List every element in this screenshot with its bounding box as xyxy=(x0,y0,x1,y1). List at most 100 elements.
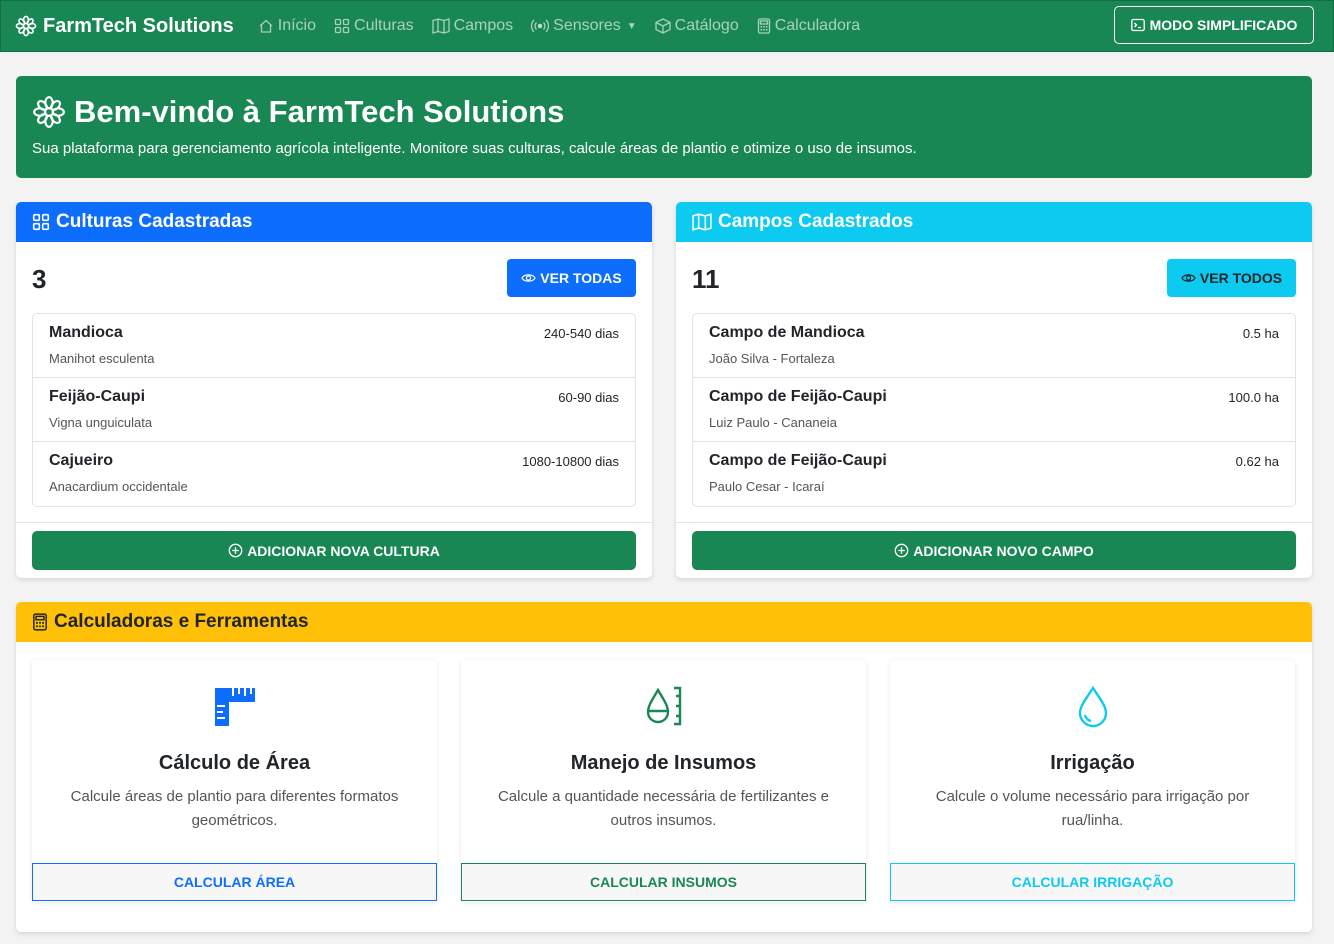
map-icon xyxy=(692,213,712,231)
calculate-area-button[interactable]: CALCULAR ÁREA xyxy=(32,863,437,901)
fields-list: Campo de Mandioca João Silva - Fortaleza… xyxy=(692,313,1296,507)
ruler-icon xyxy=(214,686,255,726)
calculator-icon xyxy=(757,18,770,34)
navbar: FarmTech Solutions Início Culturas Campo… xyxy=(0,0,1334,52)
tool-title: Irrigação xyxy=(1050,752,1135,774)
nav-link-label: Início xyxy=(277,17,317,34)
view-all-fields-label: VER TODOS xyxy=(1199,270,1283,286)
nav-link-inicio[interactable]: Início xyxy=(258,17,316,35)
culture-scientific-name: Anacardium occidentale xyxy=(49,479,188,494)
culture-name: Mandioca xyxy=(49,324,123,341)
nav-link-label: Calculadora xyxy=(774,17,861,34)
culture-list-item[interactable]: Cajueiro Anacardium occidentale 1080-108… xyxy=(33,442,635,506)
broadcast-icon xyxy=(531,19,550,33)
calculate-irrigation-button[interactable]: CALCULAR IRRIGAÇÃO xyxy=(890,863,1295,901)
add-field-label: ADICIONAR NOVO CAMPO xyxy=(913,542,1094,559)
fields-card-footer: ADICIONAR NOVO CAMPO xyxy=(676,522,1312,578)
view-all-cultures-button[interactable]: VER TODAS xyxy=(507,259,636,297)
brand[interactable]: FarmTech Solutions xyxy=(15,15,234,38)
tool-description: Calcule o volume necessário para irrigaç… xyxy=(935,788,1250,829)
droplet-icon xyxy=(1078,685,1107,728)
culture-cycle: 60-90 dias xyxy=(558,390,619,405)
nav-link-label: Campos xyxy=(453,17,514,34)
plus-circle-icon xyxy=(228,543,243,558)
fields-card: Campos Cadastrados 11 VER TODOS Campo de… xyxy=(676,202,1312,578)
tool-icon-wrap xyxy=(890,684,1295,728)
terminal-icon xyxy=(1130,18,1145,32)
tool-title: Cálculo de Área xyxy=(158,752,311,774)
area-calculator-tool: Cálculo de Área Calcule áreas de plantio… xyxy=(32,660,437,902)
cultures-card: Culturas Cadastradas 3 VER TODAS Mandioc… xyxy=(16,202,652,578)
nav-link-culturas[interactable]: Culturas xyxy=(334,17,414,35)
calculator-icon xyxy=(33,613,47,631)
calculate-area-label: CALCULAR ÁREA xyxy=(173,874,296,890)
field-area: 0.62 ha xyxy=(1235,454,1279,469)
add-field-button[interactable]: ADICIONAR NOVO CAMPO xyxy=(692,531,1296,570)
add-culture-label: ADICIONAR NOVA CULTURA xyxy=(247,542,440,559)
welcome-title: Bem-vindo à FarmTech Solutions xyxy=(32,94,1296,130)
culture-scientific-name: Manihot esculenta xyxy=(49,351,155,366)
droplet-measure-icon xyxy=(646,686,681,726)
box-icon xyxy=(655,18,671,34)
fields-card-title: Campos Cadastrados xyxy=(718,211,914,232)
grid-icon xyxy=(32,213,50,231)
cultures-list: Mandioca Manihot esculenta 240-540 dias … xyxy=(32,313,636,507)
cultures-count: 3 xyxy=(32,264,47,294)
culture-scientific-name: Vigna unguiculata xyxy=(49,415,153,430)
tools-card-title: Calculadoras e Ferramentas xyxy=(54,611,309,632)
eye-icon xyxy=(521,274,537,282)
culture-name: Feijão-Caupi xyxy=(49,388,146,405)
culture-cycle: 240-540 dias xyxy=(543,326,619,341)
eye-icon xyxy=(1181,274,1196,282)
culture-name: Cajueiro xyxy=(49,452,114,469)
simplified-mode-label: MODO SIMPLIFICADO xyxy=(1149,17,1298,33)
calculate-inputs-label: CALCULAR INSUMOS xyxy=(590,874,737,890)
tool-description: Calcule a quantidade necessária de ferti… xyxy=(497,788,830,829)
fields-card-header: Campos Cadastrados xyxy=(676,202,1312,242)
field-area: 0.5 ha xyxy=(1242,326,1279,341)
irrigation-calculator-tool: Irrigação Calcule o volume necessário pa… xyxy=(890,660,1295,902)
nav-link-sensores[interactable]: Sensores ▼ xyxy=(531,17,637,35)
nav-link-campos[interactable]: Campos xyxy=(431,17,514,35)
tools-card-header: Calculadoras e Ferramentas xyxy=(16,602,1312,642)
field-list-item[interactable]: Campo de Mandioca João Silva - Fortaleza… xyxy=(693,314,1295,378)
brand-name: FarmTech Solutions xyxy=(43,14,234,37)
plus-circle-icon xyxy=(894,543,909,558)
fields-count: 11 xyxy=(692,264,720,294)
calculate-irrigation-label: CALCULAR IRRIGAÇÃO xyxy=(1011,874,1174,890)
tool-icon-wrap xyxy=(461,684,866,728)
simplified-mode-button[interactable]: MODO SIMPLIFICADO xyxy=(1114,6,1314,44)
flower-icon xyxy=(15,15,37,37)
nav-link-calculadora[interactable]: Calculadora xyxy=(757,17,860,35)
field-area: 100.0 ha xyxy=(1228,390,1279,405)
field-owner: João Silva - Fortaleza xyxy=(709,351,835,366)
nav-link-label: Catálogo xyxy=(674,17,739,34)
view-all-fields-button[interactable]: VER TODOS xyxy=(1167,259,1296,297)
field-list-item[interactable]: Campo de Feijão-Caupi Paulo Cesar - Icar… xyxy=(693,442,1295,506)
nav-link-label: Culturas xyxy=(354,17,414,34)
welcome-subtitle: Sua plataforma para gerenciamento agríco… xyxy=(32,140,917,157)
field-name: Campo de Mandioca xyxy=(709,324,865,341)
nav-link-catalogo[interactable]: Catálogo xyxy=(655,17,739,35)
culture-list-item[interactable]: Mandioca Manihot esculenta 240-540 dias xyxy=(33,314,635,378)
calculate-inputs-button[interactable]: CALCULAR INSUMOS xyxy=(461,863,866,901)
grid-icon xyxy=(334,18,350,34)
culture-cycle: 1080-10800 dias xyxy=(522,454,619,469)
tools-card: Calculadoras e Ferramentas Cálculo de Ár… xyxy=(16,602,1312,932)
cultures-card-header: Culturas Cadastradas xyxy=(16,202,652,242)
tool-description: Calcule áreas de plantio para diferentes… xyxy=(70,788,399,829)
flower-icon xyxy=(33,96,65,128)
field-list-item[interactable]: Campo de Feijão-Caupi Luiz Paulo - Canan… xyxy=(693,378,1295,442)
map-icon xyxy=(431,18,450,34)
field-name: Campo de Feijão-Caupi xyxy=(709,452,887,469)
inputs-calculator-tool: Manejo de Insumos Calcule a quantidade n… xyxy=(461,660,866,902)
tool-title: Manejo de Insumos xyxy=(570,752,757,774)
culture-list-item[interactable]: Feijão-Caupi Vigna unguiculata 60-90 dia… xyxy=(33,378,635,442)
field-name: Campo de Feijão-Caupi xyxy=(709,388,887,405)
field-owner: Luiz Paulo - Cananeia xyxy=(709,415,837,430)
house-icon xyxy=(259,19,273,33)
tool-icon-wrap xyxy=(32,684,437,728)
view-all-cultures-label: VER TODAS xyxy=(540,270,622,286)
add-culture-button[interactable]: ADICIONAR NOVA CULTURA xyxy=(32,531,636,570)
chevron-down-icon: ▼ xyxy=(626,20,637,32)
